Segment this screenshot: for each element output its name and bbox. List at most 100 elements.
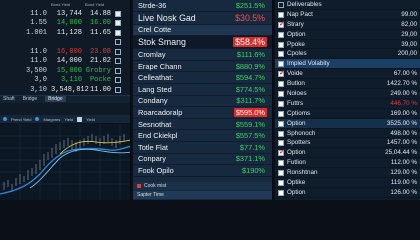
- row-checkbox[interactable]: [115, 29, 121, 36]
- row-checkbox[interactable]: [115, 58, 121, 65]
- option-label: Butlon: [287, 80, 305, 88]
- option-label: Option: [287, 149, 306, 157]
- left-table-body: 11.0 13,744 14.88 1.55 14,000 16.00 1.001 11,12…: [0, 9, 130, 95]
- watchlist-row[interactable]: Sesnothat $559.1%: [133, 119, 272, 131]
- left-table-row[interactable]: [0, 38, 130, 48]
- left-cell-a: 3,10: [30, 85, 47, 94]
- square-icon[interactable]: [77, 116, 83, 122]
- yield-chart[interactable]: [0, 124, 131, 200]
- option-checkbox[interactable]: [278, 81, 284, 88]
- left-table-row[interactable]: 1.55 14,000 16.00: [0, 19, 130, 29]
- option-row[interactable]: Cptioms 169.00 %: [275, 109, 420, 119]
- option-checkbox[interactable]: [278, 120, 284, 127]
- row-checkbox[interactable]: [115, 67, 121, 74]
- option-row[interactable]: ✓ Voide 67.00 %: [275, 69, 420, 80]
- left-table-row[interactable]: 3,500 15,000 Grobry: [0, 66, 130, 76]
- option-checkbox[interactable]: [278, 160, 284, 167]
- watchlist-row[interactable]: Live Nosk Gad $30.5%: [133, 12, 272, 25]
- option-checkbox[interactable]: [278, 100, 284, 107]
- row-checkbox[interactable]: [115, 20, 121, 27]
- option-checkbox[interactable]: [278, 180, 284, 187]
- option-row[interactable]: Option 126.00 %: [275, 188, 420, 198]
- row-checkbox[interactable]: [115, 86, 121, 93]
- row-checkbox[interactable]: [115, 10, 121, 17]
- left-table-row[interactable]: 11.0 13,744 14.88: [0, 9, 130, 19]
- left-cell-c: Grobry: [85, 66, 111, 75]
- option-checkbox[interactable]: [278, 11, 284, 18]
- watchlist-row-label: Celleathat:: [138, 73, 174, 83]
- watchlist-row[interactable]: Fook Opilo $190%: [133, 165, 272, 177]
- watchlist-row[interactable]: Crel Cotte: [133, 24, 272, 37]
- left-table-row[interactable]: 1.001 11,128 11.65: [0, 28, 130, 38]
- option-row[interactable]: Ronshtnan 129.00 %: [275, 168, 420, 179]
- option-row[interactable]: Deliverables: [275, 0, 420, 10]
- option-checkbox[interactable]: [278, 130, 284, 137]
- watchlist-row[interactable]: Strde-36 $251.5%: [133, 0, 272, 12]
- chart-tab-prend-yield[interactable]: Prend Yield: [11, 117, 31, 122]
- option-row[interactable]: Cpoles 200,00: [275, 49, 420, 60]
- option-checkbox[interactable]: ✓: [278, 21, 285, 28]
- option-checkbox[interactable]: ✓: [278, 70, 285, 78]
- option-value: 249.00 %: [390, 89, 417, 97]
- option-checkbox[interactable]: [278, 61, 284, 68]
- option-label: Ronshtnan: [287, 169, 318, 177]
- left-col-header-3[interactable]: Bond Yield: [85, 2, 121, 7]
- option-row[interactable]: Noloes 249.00 %: [275, 89, 420, 99]
- checkmark-icon: ✓: [279, 149, 285, 157]
- option-row[interactable]: ✓ Strary 82,00: [275, 20, 420, 30]
- left-table-row[interactable]: 3,10 3,548,812 11.00: [0, 85, 130, 95]
- option-checkbox[interactable]: [278, 51, 284, 58]
- left-cell-a: 1.55: [30, 19, 47, 28]
- option-checkbox[interactable]: [278, 91, 284, 98]
- option-row[interactable]: Butlon 1422.70 %: [275, 79, 420, 90]
- watchlist-row[interactable]: Conpary $371.1%: [133, 154, 272, 166]
- option-label: Futlion: [287, 159, 306, 167]
- option-label: Cpoles: [287, 50, 307, 58]
- watchlist-row[interactable]: Condany $311.7%: [133, 96, 272, 108]
- option-row[interactable]: Option 3525.00 %: [275, 118, 420, 129]
- footer-label-shaft: Shaft: [3, 96, 15, 102]
- option-row[interactable]: Futlion 112.00 %: [275, 158, 420, 169]
- option-row[interactable]: ✓ Option 25,04.44 %: [275, 148, 420, 159]
- option-row[interactable]: Optike 119.00 %: [275, 178, 420, 188]
- left-table-row[interactable]: 11.0 16,000 23.08: [0, 47, 130, 57]
- option-label: Option: [287, 188, 306, 196]
- left-cell-b: 14,000: [56, 19, 82, 28]
- option-row[interactable]: Sphonoch 498.00 %: [275, 129, 420, 139]
- row-checkbox[interactable]: [115, 77, 121, 84]
- option-row[interactable]: Nap Pact 99.00: [275, 10, 420, 20]
- option-row[interactable]: Option 29,00: [275, 30, 420, 40]
- option-checkbox[interactable]: [278, 31, 284, 38]
- option-checkbox[interactable]: [278, 170, 284, 177]
- left-col-header-2[interactable]: Bond Yield: [51, 2, 85, 7]
- chart-tab-yield-1[interactable]: Yield: [64, 117, 73, 122]
- watchlist-row[interactable]: End Ckiekpl $557.5%: [133, 130, 272, 142]
- watchlist-row[interactable]: Cromlay $111.6%: [133, 49, 272, 61]
- watchlist-row[interactable]: Totle Flat $77.1%: [133, 142, 272, 154]
- option-row[interactable]: Ppoke 39,00: [275, 40, 420, 50]
- left-cell-a: 3,500: [25, 66, 47, 75]
- watchlist-row[interactable]: Lang Sted $774.5%: [133, 84, 272, 96]
- bridge-button[interactable]: Bridge: [45, 96, 66, 102]
- option-checkbox[interactable]: [278, 110, 284, 117]
- watchlist-row[interactable]: Stok Smang $58.4%: [133, 36, 272, 50]
- option-checkbox[interactable]: [278, 140, 284, 147]
- option-row[interactable]: Spotters 1457.00 %: [275, 138, 420, 149]
- row-checkbox[interactable]: [115, 39, 121, 46]
- left-cell-b: 14,000: [56, 57, 82, 66]
- watchlist-row[interactable]: Erape Chann $880.9%: [133, 61, 272, 73]
- option-value: 446.70 %: [390, 99, 417, 107]
- option-checkbox[interactable]: ✓: [278, 149, 285, 157]
- chart-tab-yield-2[interactable]: Yield: [86, 117, 95, 122]
- watchlist-row[interactable]: Roarcadoralp $595.0%: [133, 107, 272, 119]
- option-checkbox[interactable]: [278, 41, 284, 48]
- row-checkbox[interactable]: [115, 48, 121, 55]
- option-checkbox[interactable]: [278, 2, 284, 8]
- option-row[interactable]: Impled Volabity: [275, 59, 420, 70]
- option-checkbox[interactable]: [278, 189, 284, 196]
- chart-tab-margnres[interactable]: Margnres: [43, 117, 60, 122]
- watchlist-row[interactable]: Celleathat: $594.7%: [133, 72, 272, 84]
- left-table-row[interactable]: 11.0 14,000 21.02: [0, 57, 130, 67]
- option-row[interactable]: Futtrs 446.70 %: [275, 99, 420, 109]
- left-table-row[interactable]: 3,0 3,110 Pocke: [0, 76, 130, 86]
